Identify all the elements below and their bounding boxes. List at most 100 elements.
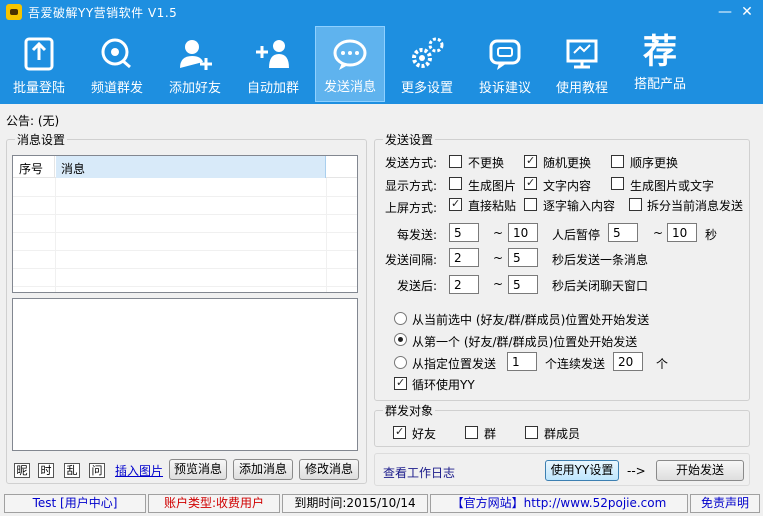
add-message-button[interactable]: 添加消息 [233, 459, 293, 480]
insert-image-link[interactable]: 插入图片 [115, 462, 163, 479]
column-header-index[interactable]: 序号 [13, 156, 55, 178]
continuous-count-input[interactable]: 20 [613, 352, 643, 371]
after-from-input[interactable]: 2 [449, 275, 479, 294]
tab-label: 发送消息 [323, 80, 376, 95]
interval-to-input[interactable]: 5 [508, 248, 538, 267]
interval-label: 发送间隔: [385, 253, 438, 267]
checkbox-target-friends[interactable] [393, 425, 406, 439]
edit-message-button[interactable]: 修改消息 [299, 459, 359, 480]
option-label: 顺序更换 [630, 156, 679, 170]
checkbox-image-or-text[interactable] [611, 177, 624, 190]
tab-label: 批量登陆 [12, 81, 65, 96]
tab-add-friend[interactable]: 添加好友 [160, 26, 230, 102]
auto-join-group-icon [256, 40, 289, 68]
interval-from-input[interactable]: 2 [449, 248, 479, 267]
radio-start-first[interactable] [394, 333, 407, 346]
feedback-icon [489, 39, 521, 70]
radio-start-current[interactable] [394, 312, 407, 325]
tab-label: 使用教程 [555, 81, 608, 96]
checkbox-split-message[interactable] [629, 198, 642, 211]
checkbox-target-groups[interactable] [465, 426, 478, 439]
option-label: 不更换 [468, 156, 505, 170]
checkbox-text-content[interactable] [524, 176, 537, 190]
target-label: 群成员 [544, 427, 581, 441]
tilde-separator: ~ [493, 226, 504, 240]
option-label: 生成图片 [468, 179, 517, 193]
notice-value: (无) [37, 114, 60, 128]
official-website-link[interactable]: 【官方网站】http://www.52pojie.com [430, 494, 688, 513]
after-send-label: 发送后: [397, 279, 438, 293]
checkbox-loop-yy[interactable] [394, 376, 407, 390]
notice: 公告: (无) [6, 112, 59, 129]
list-row-line [13, 286, 357, 287]
checkbox-generate-image[interactable] [449, 177, 462, 190]
per-send-from-input[interactable]: 5 [449, 223, 479, 242]
pause-label: 人后暂停 [552, 228, 601, 242]
checkbox-sequential-change[interactable] [611, 155, 624, 168]
window-title: 吾爱破解YY营销软件 V1.5 [28, 6, 178, 20]
channel-broadcast-icon [101, 38, 131, 69]
checkbox-random-change[interactable] [524, 154, 537, 168]
target-label: 好友 [412, 427, 437, 441]
list-row-line [13, 214, 357, 215]
products-icon: 荐 [643, 32, 677, 72]
add-friend-icon [180, 40, 212, 70]
column-header-message[interactable]: 消息 [56, 156, 326, 178]
radio-label: 从指定位置发送 [412, 357, 497, 371]
expiry-date: 到期时间:2015/10/14 [282, 494, 428, 513]
tab-auto-join-group[interactable]: 自动加群 [238, 26, 308, 102]
option-label: 随机更换 [543, 156, 592, 170]
after-send-suffix: 秒后关闭聊天窗口 [552, 279, 649, 293]
message-list[interactable]: 序号 消息 [12, 155, 358, 293]
use-yy-settings-button[interactable]: 使用YY设置 [545, 460, 619, 481]
option-label: 文字内容 [543, 179, 592, 193]
insert-nickname-button[interactable]: 昵 [14, 463, 30, 478]
checkbox-direct-paste[interactable] [449, 197, 462, 211]
send-message-icon [333, 39, 367, 70]
tab-more-settings[interactable]: 更多设置 [392, 26, 462, 102]
radio-label: 从第一个 (好友/群/群成员)位置处开始发送 [412, 335, 638, 349]
tab-label: 添加好友 [168, 81, 221, 96]
insert-greeting-button[interactable]: 问 [89, 463, 105, 478]
insert-time-button[interactable]: 时 [38, 463, 54, 478]
per-send-to-input[interactable]: 10 [508, 223, 538, 242]
view-log-link[interactable]: 查看工作日志 [383, 464, 455, 481]
checkbox-target-members[interactable] [525, 426, 538, 439]
tab-feedback[interactable]: 投诉建议 [470, 26, 540, 102]
list-row-line [13, 268, 357, 269]
list-row-line [13, 196, 357, 197]
tab-batch-login[interactable]: 批量登陆 [4, 26, 74, 102]
tab-tutorial[interactable]: 使用教程 [547, 26, 617, 102]
list-row-line [13, 232, 357, 233]
tab-label: 更多设置 [400, 81, 453, 96]
insert-random-button[interactable]: 乱 [64, 463, 80, 478]
account-type: 账户类型:收费用户 [148, 494, 280, 513]
pause-to-input[interactable]: 10 [667, 223, 697, 242]
minimize-button[interactable]: — [716, 3, 734, 21]
radio-start-specified[interactable] [394, 356, 407, 369]
per-send-label: 每发送: [397, 228, 438, 242]
checkbox-char-by-char[interactable] [524, 198, 537, 211]
tab-products[interactable]: 荐 搭配产品 [625, 26, 695, 102]
tab-channel-broadcast[interactable]: 频道群发 [82, 26, 152, 102]
checkbox-no-change[interactable] [449, 155, 462, 168]
preview-message-button[interactable]: 预览消息 [169, 459, 227, 480]
tilde-separator: ~ [493, 251, 504, 265]
radio-label: 从当前选中 (好友/群/群成员)位置处开始发送 [412, 313, 650, 327]
display-mode-label: 显示方式: [385, 179, 438, 193]
tab-label: 搭配产品 [633, 77, 686, 92]
tab-label: 投诉建议 [478, 81, 531, 96]
close-button[interactable]: ✕ [738, 3, 756, 21]
user-center-link[interactable]: Test [用户中心] [4, 494, 146, 513]
pause-from-input[interactable]: 5 [608, 223, 638, 242]
disclaimer-link[interactable]: 免责声明 [690, 494, 760, 513]
message-editor[interactable] [12, 298, 358, 451]
tilde-separator: ~ [493, 277, 504, 291]
status-bar: Test [用户中心] 账户类型:收费用户 到期时间:2015/10/14 【官… [0, 492, 763, 516]
specified-position-input[interactable]: 1 [507, 352, 537, 371]
start-send-button[interactable]: 开始发送 [656, 460, 744, 481]
tab-label: 自动加群 [246, 81, 299, 96]
tab-send-message[interactable]: 发送消息 [315, 26, 385, 102]
loop-label: 循环使用YY [412, 378, 475, 392]
after-to-input[interactable]: 5 [508, 275, 538, 294]
